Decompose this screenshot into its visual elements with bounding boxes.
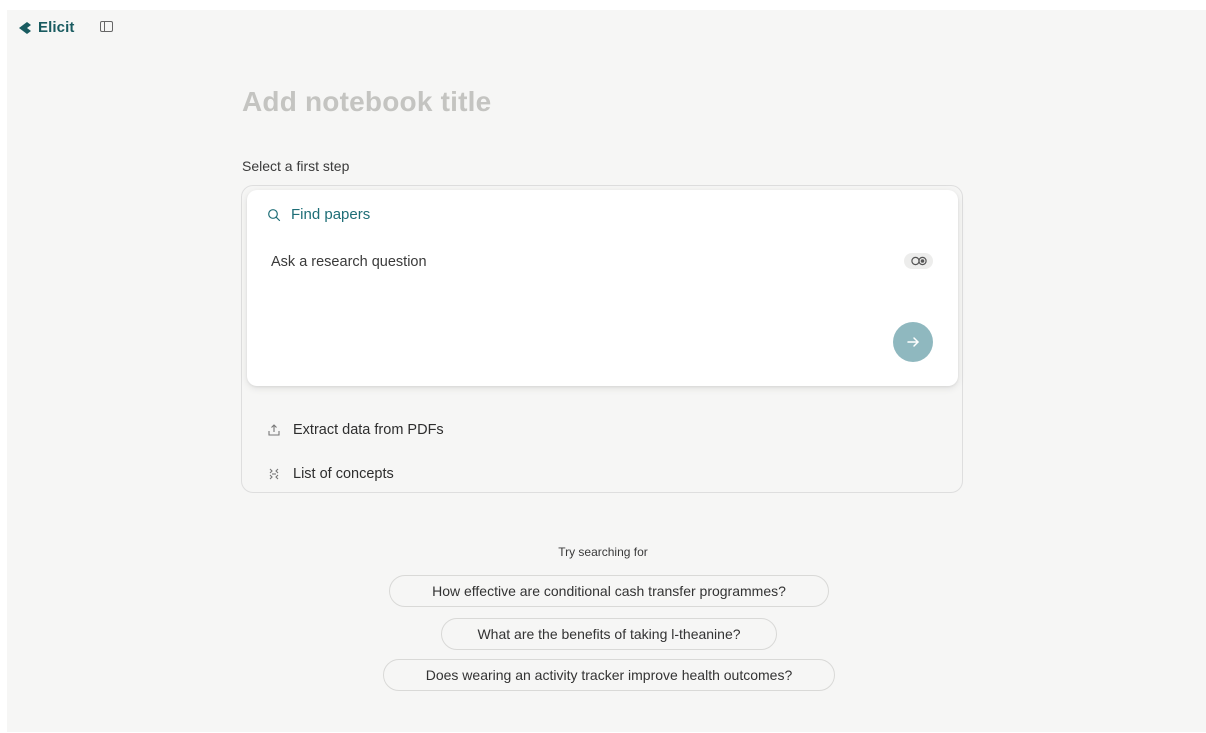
find-papers-panel: Find papers (247, 190, 958, 386)
elicit-logo-icon (19, 21, 31, 34)
first-step-label: Select a first step (242, 158, 350, 174)
research-question-input[interactable] (271, 250, 831, 274)
upload-icon (268, 424, 280, 436)
extract-data-label: Extract data from PDFs (293, 422, 444, 438)
sidebar-toggle-icon[interactable] (100, 21, 113, 32)
suggestion-chip[interactable]: How effective are conditional cash trans… (389, 575, 829, 607)
brand-name: Elicit (38, 19, 75, 36)
mode-toggle[interactable] (904, 253, 933, 269)
suggestion-chip[interactable]: What are the benefits of taking l-theani… (441, 618, 777, 650)
list-of-concepts-label: List of concepts (293, 466, 394, 482)
find-papers-step[interactable]: Find papers (267, 206, 370, 223)
submit-button[interactable] (893, 322, 933, 362)
concepts-icon (269, 468, 279, 480)
try-searching-label: Try searching for (558, 545, 648, 559)
brand[interactable]: Elicit (18, 19, 74, 36)
search-icon (268, 208, 281, 221)
toggle-mode-icon (910, 256, 927, 266)
suggestion-chip[interactable]: Does wearing an activity tracker improve… (383, 659, 835, 691)
extract-data-step[interactable]: Extract data from PDFs (267, 422, 444, 438)
notebook-title-input[interactable]: Add notebook title (242, 86, 491, 118)
list-of-concepts-step[interactable]: List of concepts (267, 466, 394, 482)
arrow-right-icon (907, 337, 919, 347)
find-papers-label: Find papers (291, 206, 371, 223)
